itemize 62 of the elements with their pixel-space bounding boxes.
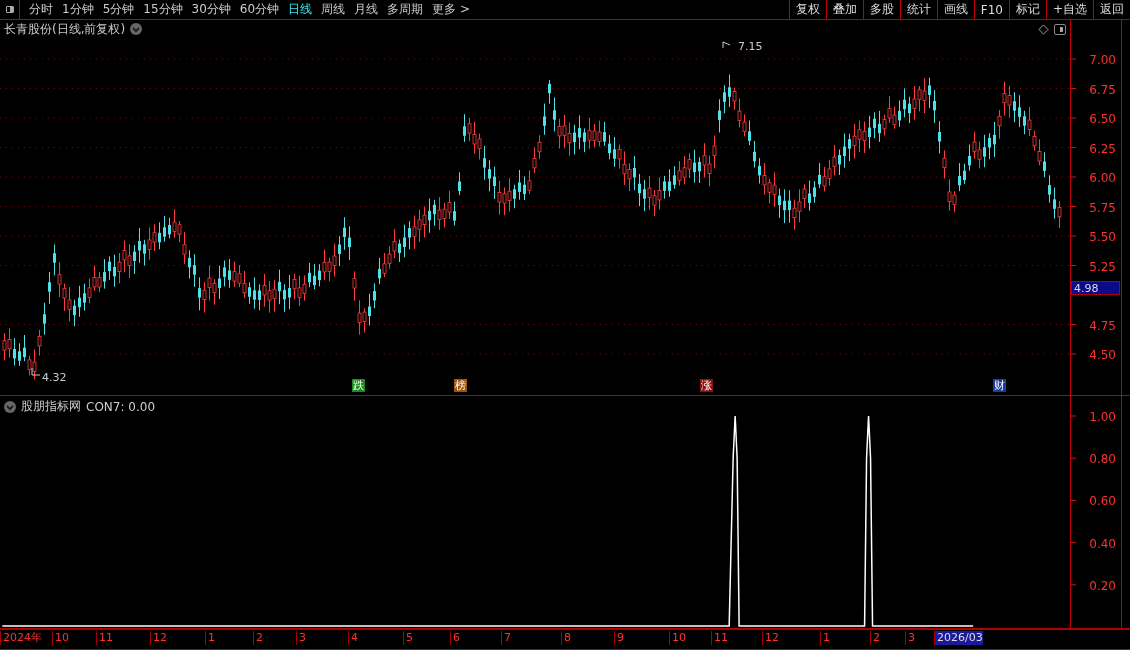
- period-tab[interactable]: 30分钟: [191, 1, 231, 18]
- indicator-reading: CON7: 0.00: [86, 399, 155, 414]
- date-label: 1: [820, 631, 830, 645]
- date-label: 2: [870, 631, 880, 645]
- date-label: 2: [253, 631, 263, 645]
- axis-label: 5.25: [1089, 259, 1116, 274]
- date-label: 10: [669, 631, 686, 645]
- period-tab[interactable]: 1分钟: [62, 1, 94, 18]
- event-marker[interactable]: 涨: [700, 379, 713, 392]
- period-tab[interactable]: 周线: [321, 1, 346, 18]
- diamond-icon[interactable]: [1038, 23, 1049, 35]
- date-label: 6: [450, 631, 460, 645]
- period-tab[interactable]: 日线: [288, 1, 313, 18]
- date-label: 8: [561, 631, 571, 645]
- period-tab[interactable]: 5分钟: [102, 1, 135, 18]
- dropdown-icon[interactable]: [130, 23, 143, 35]
- date-label: 12: [150, 631, 167, 645]
- chart-title: 长青股份(日线,前复权): [4, 20, 126, 38]
- date-label: 10: [52, 631, 69, 645]
- date-label: 4: [348, 631, 358, 645]
- low-pointer-icon: [31, 367, 41, 376]
- axis-label: 0.20: [1089, 578, 1116, 593]
- axis-label: 6.00: [1089, 171, 1116, 185]
- date-label: 7: [501, 631, 511, 645]
- high-price-label: 7.15: [738, 40, 763, 53]
- axis-label: 4.50: [1089, 348, 1116, 362]
- date-label: 5: [403, 631, 413, 645]
- axis-label: 6.50: [1089, 112, 1116, 126]
- axis-label: 6.25: [1089, 141, 1116, 156]
- event-marker[interactable]: 榜: [454, 379, 467, 392]
- date-label: 11: [96, 631, 113, 645]
- panel-toggle-icon[interactable]: [1054, 23, 1066, 35]
- period-tab[interactable]: 15分钟: [143, 1, 183, 18]
- date-label: 11: [711, 631, 728, 645]
- axis-label: 5.50: [1089, 230, 1116, 244]
- date-label: 1: [205, 631, 215, 645]
- date-label: 2024年: [0, 631, 42, 645]
- period-tab[interactable]: 分时: [29, 1, 53, 18]
- axis-label: 4.75: [1089, 318, 1116, 333]
- axis-label: 7.00: [1089, 53, 1116, 67]
- date-label: 3: [905, 631, 915, 645]
- date-label: 9: [614, 631, 624, 645]
- axis-label: 0.40: [1089, 536, 1116, 551]
- indicator-title: 股朋指标网: [21, 398, 81, 415]
- period-tab[interactable]: 60分钟: [239, 1, 280, 18]
- axis-label: 0.60: [1089, 494, 1116, 509]
- date-label: 2026/03: [934, 631, 983, 645]
- period-tab[interactable]: 多周期: [387, 1, 424, 18]
- axis-label: 5.75: [1089, 200, 1116, 215]
- period-tab[interactable]: 月线: [354, 1, 379, 18]
- dropdown-icon[interactable]: [4, 400, 16, 413]
- period-tab[interactable]: 更多 >: [432, 1, 470, 18]
- event-marker[interactable]: 跌: [352, 379, 365, 392]
- date-label: 3: [296, 631, 306, 645]
- axis-label: 1.00: [1089, 410, 1116, 424]
- current-price-tag: 4.98: [1071, 281, 1120, 295]
- event-marker[interactable]: 财: [993, 379, 1006, 392]
- low-price-label: 4.32: [42, 371, 67, 384]
- axis-label: 0.80: [1089, 452, 1116, 467]
- axis-label: 6.75: [1089, 82, 1116, 97]
- high-pointer-icon: [722, 41, 731, 49]
- date-label: 12: [762, 631, 779, 645]
